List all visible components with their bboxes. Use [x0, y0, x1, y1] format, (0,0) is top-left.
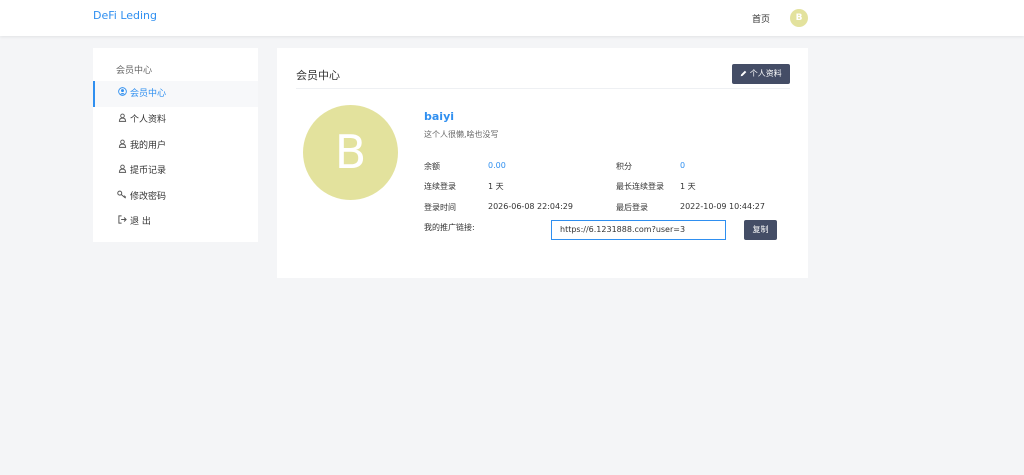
login-time-label: 登录时间: [424, 203, 456, 212]
sign-out-icon: [117, 209, 127, 235]
page-title: 会员中心: [296, 69, 340, 82]
sidebar-item-label: 提币记录: [130, 166, 167, 176]
balance-value: 0.00: [488, 161, 506, 170]
max-streak-value: 1 天: [680, 182, 696, 191]
user-circle-icon: [117, 81, 127, 107]
sidebar-item-my-users[interactable]: 我的用户: [93, 133, 258, 159]
copy-button[interactable]: 复制: [744, 220, 777, 240]
divider: [296, 88, 790, 89]
sidebar-item-profile[interactable]: 个人资料: [93, 107, 258, 133]
user-bio: 这个人很懒,啥也没写: [424, 130, 499, 139]
balance-label: 余额: [424, 162, 440, 171]
sidebar-item-label: 修改密码: [130, 192, 167, 202]
user-avatar[interactable]: B: [790, 9, 808, 27]
streak-label: 连续登录: [424, 182, 456, 191]
member-center-panel: 会员中心 个人资料 B baiyi 这个人很懒,啥也没写 余额 0.00 积分 …: [277, 48, 808, 278]
points-value: 0: [680, 161, 686, 170]
sidebar-item-label: 退 出: [130, 217, 151, 227]
username: baiyi: [424, 110, 455, 123]
nav-home-link[interactable]: 首页: [752, 12, 770, 25]
max-streak-label: 最长连续登录: [616, 182, 664, 191]
user-icon: [117, 107, 127, 133]
points-label: 积分: [616, 162, 632, 171]
key-icon: [117, 184, 127, 210]
referral-label: 我的推广链接:: [424, 223, 475, 232]
sidebar-item-label: 我的用户: [130, 141, 167, 151]
user-icon: [117, 158, 127, 184]
login-time-value: 2026-06-08 22:04:29: [488, 202, 573, 211]
last-login-label: 最后登录: [616, 203, 648, 212]
sidebar: 会员中心 会员中心 个人资料 我的用户 提币记录 修改密码 退 出: [93, 48, 258, 242]
sidebar-item-logout[interactable]: 退 出: [93, 209, 258, 235]
edit-profile-button[interactable]: 个人资料: [732, 64, 790, 84]
sidebar-title: 会员中心: [116, 66, 153, 76]
sidebar-item-label: 会员中心: [130, 89, 167, 99]
streak-value: 1 天: [488, 182, 504, 191]
sidebar-item-withdraw-records[interactable]: 提币记录: [93, 158, 258, 184]
profile-avatar: B: [303, 105, 398, 200]
referral-link-input[interactable]: https://6.1231888.com?user=3: [551, 220, 726, 240]
user-icon: [117, 133, 127, 159]
pencil-icon: [740, 69, 747, 78]
sidebar-item-change-password[interactable]: 修改密码: [93, 184, 258, 210]
sidebar-item-member-center[interactable]: 会员中心: [93, 81, 258, 107]
sidebar-item-label: 个人资料: [130, 115, 167, 125]
brand-logo[interactable]: DeFi Leding: [93, 9, 157, 22]
last-login-value: 2022-10-09 10:44:27: [680, 202, 765, 211]
edit-profile-label: 个人资料: [749, 69, 782, 78]
top-navbar: DeFi Leding 首页 B: [0, 0, 1024, 36]
